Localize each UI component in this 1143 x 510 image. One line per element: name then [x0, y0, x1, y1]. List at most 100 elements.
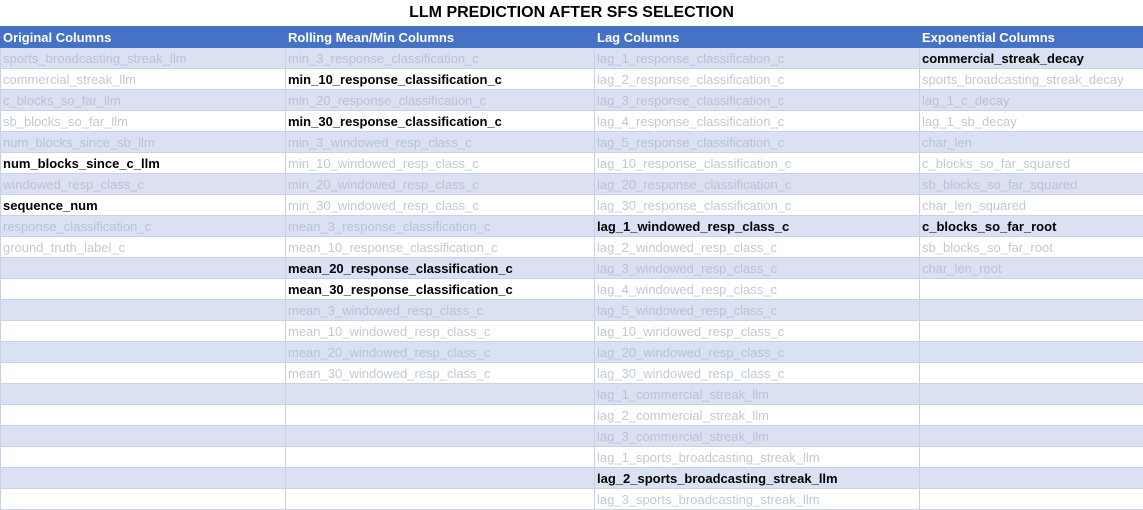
cell-exponential[interactable]	[920, 447, 1143, 468]
cell-rolling[interactable]: mean_20_response_classification_c	[286, 258, 595, 279]
cell-exponential[interactable]	[920, 426, 1143, 447]
table-row: mean_20_windowed_resp_class_clag_20_wind…	[1, 342, 1143, 363]
table-row: mean_30_windowed_resp_class_clag_30_wind…	[1, 363, 1143, 384]
cell-rolling[interactable]: min_3_windowed_resp_class_c	[286, 132, 595, 153]
cell-rolling[interactable]: min_20_windowed_resp_class_c	[286, 174, 595, 195]
cell-rolling[interactable]: min_10_response_classification_c	[286, 69, 595, 90]
cell-original[interactable]	[1, 321, 286, 342]
cell-lag[interactable]: lag_10_windowed_resp_class_c	[595, 321, 920, 342]
cell-lag[interactable]: lag_20_response_classification_c	[595, 174, 920, 195]
cell-original[interactable]: num_blocks_since_sb_llm	[1, 132, 286, 153]
cell-exponential[interactable]: char_len_root	[920, 258, 1143, 279]
cell-lag[interactable]: lag_2_sports_broadcasting_streak_llm	[595, 468, 920, 489]
cell-rolling[interactable]	[286, 405, 595, 426]
cell-exponential[interactable]	[920, 405, 1143, 426]
cell-lag[interactable]: lag_1_windowed_resp_class_c	[595, 216, 920, 237]
cell-lag[interactable]: lag_1_sports_broadcasting_streak_llm	[595, 447, 920, 468]
cell-lag[interactable]: lag_3_sports_broadcasting_streak_llm	[595, 489, 920, 510]
cell-original[interactable]	[1, 405, 286, 426]
cell-lag[interactable]: lag_30_windowed_resp_class_c	[595, 363, 920, 384]
cell-rolling[interactable]: min_3_response_classification_c	[286, 48, 595, 69]
cell-lag[interactable]: lag_30_response_classification_c	[595, 195, 920, 216]
cell-rolling[interactable]: mean_3_response_classification_c	[286, 216, 595, 237]
cell-rolling[interactable]: min_30_windowed_resp_class_c	[286, 195, 595, 216]
cell-rolling[interactable]: mean_30_response_classification_c	[286, 279, 595, 300]
sheet-title: LLM PREDICTION AFTER SFS SELECTION	[0, 0, 1143, 27]
cell-original[interactable]	[1, 489, 286, 510]
header-rolling-mean-min-columns[interactable]: Rolling Mean/Min Columns	[286, 27, 595, 48]
cell-original[interactable]: sequence_num	[1, 195, 286, 216]
table-row: lag_3_sports_broadcasting_streak_llm	[1, 489, 1143, 510]
cell-exponential[interactable]: commercial_streak_decay	[920, 48, 1143, 69]
cell-rolling[interactable]: mean_10_response_classification_c	[286, 237, 595, 258]
table-row: mean_30_response_classification_clag_4_w…	[1, 279, 1143, 300]
cell-exponential[interactable]: c_blocks_so_far_squared	[920, 153, 1143, 174]
table-row: mean_10_windowed_resp_class_clag_10_wind…	[1, 321, 1143, 342]
cell-lag[interactable]: lag_5_response_classification_c	[595, 132, 920, 153]
cell-lag[interactable]: lag_5_windowed_resp_class_c	[595, 300, 920, 321]
cell-lag[interactable]: lag_1_commercial_streak_llm	[595, 384, 920, 405]
cell-exponential[interactable]: lag_1_sb_decay	[920, 111, 1143, 132]
cell-original[interactable]	[1, 300, 286, 321]
header-row: Original Columns Rolling Mean/Min Column…	[1, 27, 1143, 48]
cell-lag[interactable]: lag_3_response_classification_c	[595, 90, 920, 111]
cell-original[interactable]	[1, 447, 286, 468]
cell-rolling[interactable]	[286, 447, 595, 468]
table-row: commercial_streak_llmmin_10_response_cla…	[1, 69, 1143, 90]
cell-lag[interactable]: lag_10_response_classification_c	[595, 153, 920, 174]
cell-rolling[interactable]: mean_30_windowed_resp_class_c	[286, 363, 595, 384]
cell-original[interactable]	[1, 279, 286, 300]
header-lag-columns[interactable]: Lag Columns	[595, 27, 920, 48]
cell-rolling[interactable]: min_30_response_classification_c	[286, 111, 595, 132]
cell-lag[interactable]: lag_20_windowed_resp_class_c	[595, 342, 920, 363]
cell-original[interactable]: sb_blocks_so_far_llm	[1, 111, 286, 132]
cell-rolling[interactable]	[286, 489, 595, 510]
cell-rolling[interactable]: min_10_windowed_resp_class_c	[286, 153, 595, 174]
cell-original[interactable]: windowed_resp_class_c	[1, 174, 286, 195]
cell-original[interactable]: c_blocks_so_far_llm	[1, 90, 286, 111]
cell-exponential[interactable]	[920, 321, 1143, 342]
cell-rolling[interactable]: mean_3_windowed_resp_class_c	[286, 300, 595, 321]
cell-rolling[interactable]: min_20_response_classification_c	[286, 90, 595, 111]
cell-exponential[interactable]: lag_1_c_decay	[920, 90, 1143, 111]
cell-original[interactable]: sports_broadcasting_streak_llm	[1, 48, 286, 69]
cell-exponential[interactable]	[920, 468, 1143, 489]
cell-original[interactable]	[1, 342, 286, 363]
cell-original[interactable]	[1, 363, 286, 384]
cell-original[interactable]: commercial_streak_llm	[1, 69, 286, 90]
cell-rolling[interactable]	[286, 468, 595, 489]
cell-lag[interactable]: lag_4_response_classification_c	[595, 111, 920, 132]
cell-lag[interactable]: lag_2_windowed_resp_class_c	[595, 237, 920, 258]
cell-lag[interactable]: lag_3_windowed_resp_class_c	[595, 258, 920, 279]
cell-rolling[interactable]: mean_10_windowed_resp_class_c	[286, 321, 595, 342]
cell-lag[interactable]: lag_2_response_classification_c	[595, 69, 920, 90]
cell-exponential[interactable]	[920, 342, 1143, 363]
header-exponential-columns[interactable]: Exponential Columns	[920, 27, 1143, 48]
cell-exponential[interactable]: char_len	[920, 132, 1143, 153]
cell-rolling[interactable]	[286, 426, 595, 447]
cell-lag[interactable]: lag_3_commercial_streak_llm	[595, 426, 920, 447]
cell-exponential[interactable]	[920, 363, 1143, 384]
cell-rolling[interactable]: mean_20_windowed_resp_class_c	[286, 342, 595, 363]
cell-exponential[interactable]: c_blocks_so_far_root	[920, 216, 1143, 237]
cell-lag[interactable]: lag_4_windowed_resp_class_c	[595, 279, 920, 300]
cell-rolling[interactable]	[286, 384, 595, 405]
cell-exponential[interactable]: sb_blocks_so_far_squared	[920, 174, 1143, 195]
cell-original[interactable]	[1, 258, 286, 279]
cell-original[interactable]: ground_truth_label_c	[1, 237, 286, 258]
cell-exponential[interactable]	[920, 300, 1143, 321]
cell-exponential[interactable]	[920, 384, 1143, 405]
cell-exponential[interactable]: sb_blocks_so_far_root	[920, 237, 1143, 258]
cell-original[interactable]: num_blocks_since_c_llm	[1, 153, 286, 174]
cell-lag[interactable]: lag_2_commercial_streak_llm	[595, 405, 920, 426]
cell-original[interactable]: response_classification_c	[1, 216, 286, 237]
cell-exponential[interactable]	[920, 489, 1143, 510]
cell-original[interactable]	[1, 384, 286, 405]
cell-lag[interactable]: lag_1_response_classification_c	[595, 48, 920, 69]
header-original-columns[interactable]: Original Columns	[1, 27, 286, 48]
cell-exponential[interactable]: char_len_squared	[920, 195, 1143, 216]
cell-original[interactable]	[1, 426, 286, 447]
cell-original[interactable]	[1, 468, 286, 489]
cell-exponential[interactable]	[920, 279, 1143, 300]
cell-exponential[interactable]: sports_broadcasting_streak_decay	[920, 69, 1143, 90]
